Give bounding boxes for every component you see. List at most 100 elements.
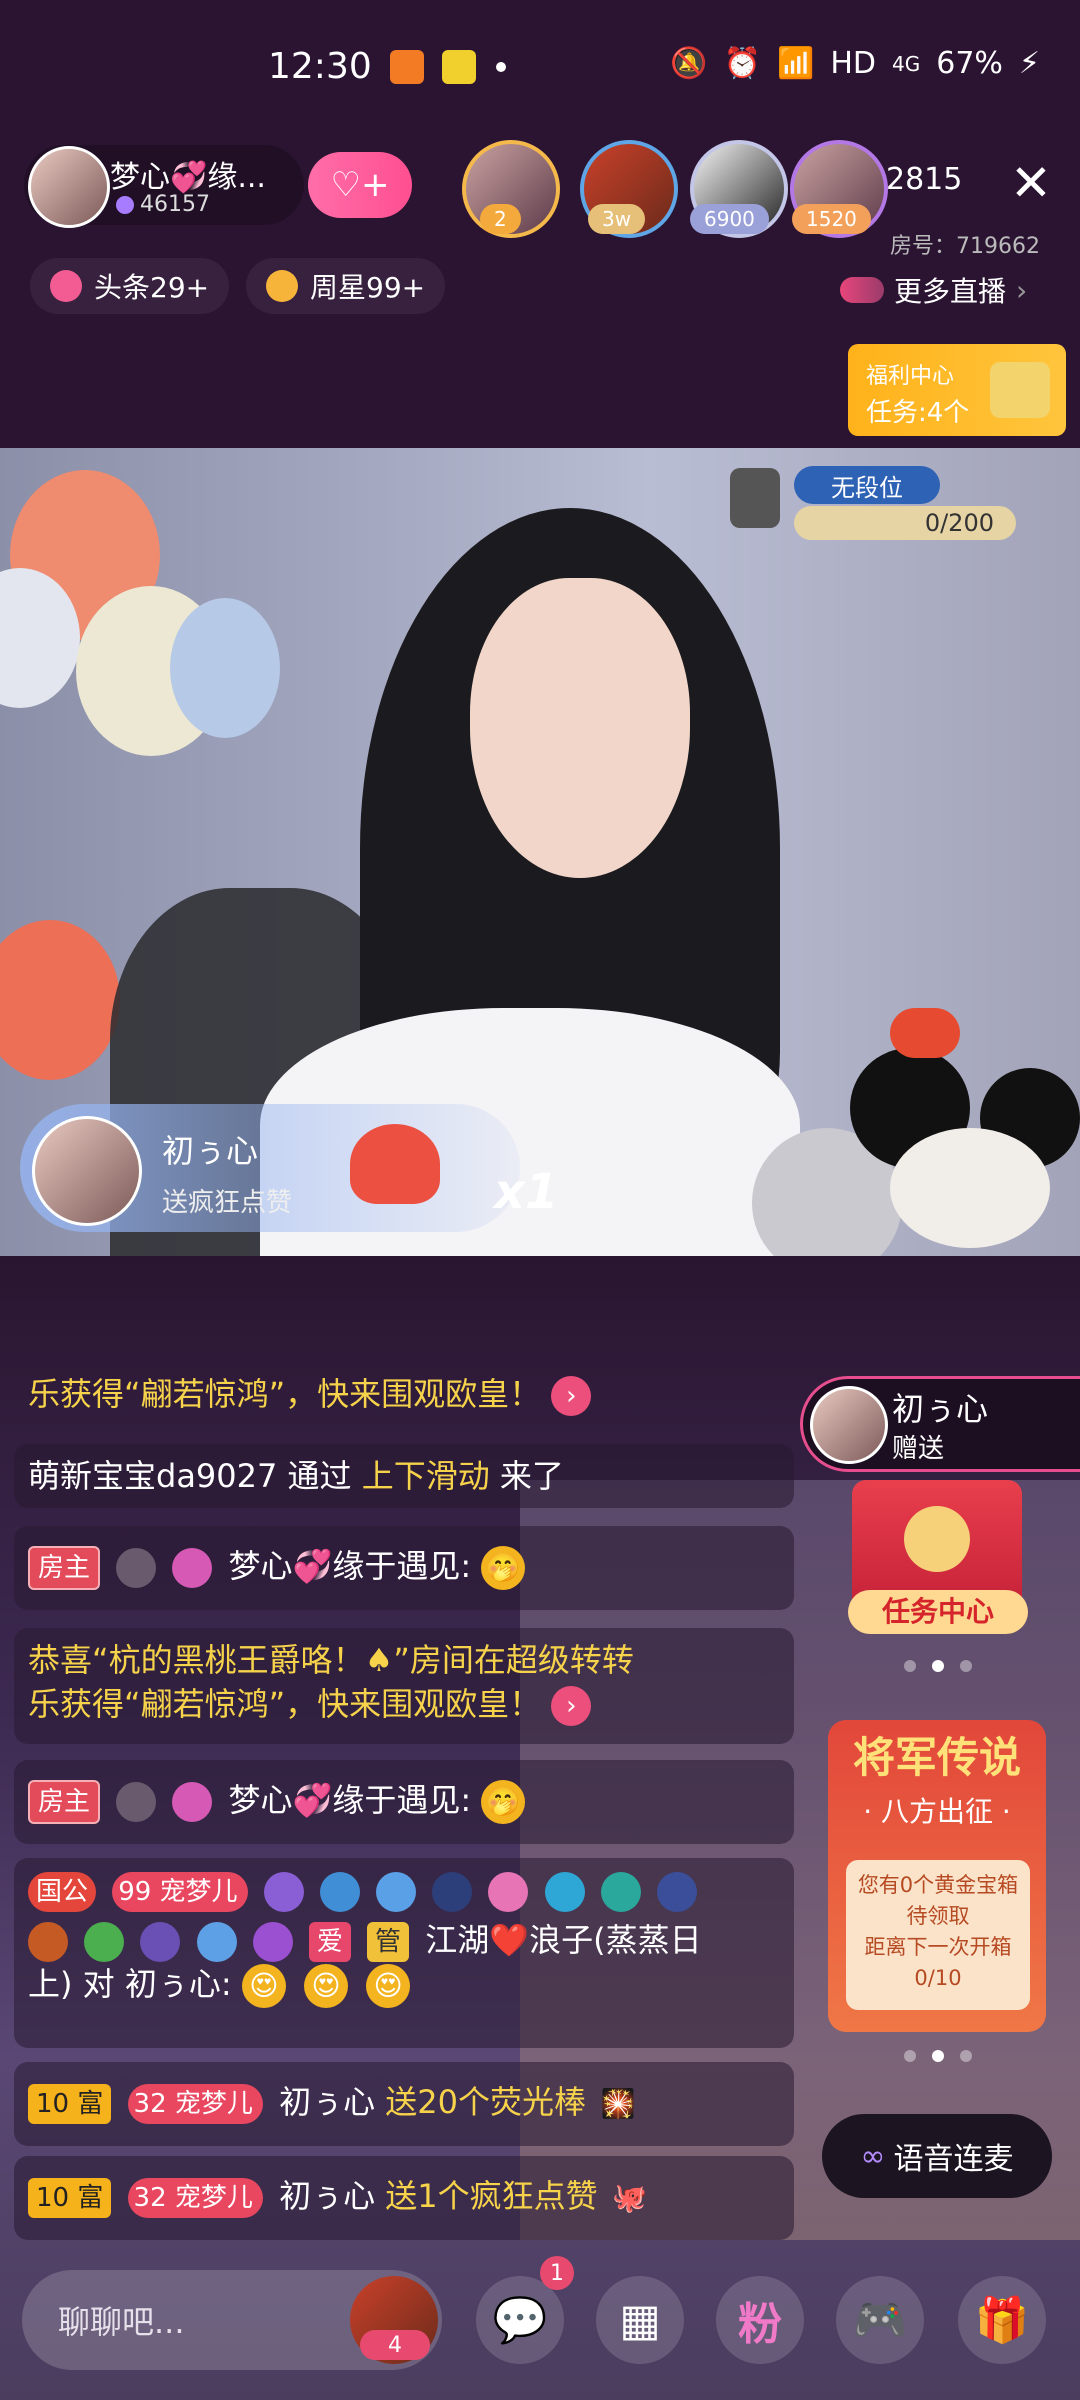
legend-pager [904, 2050, 972, 2062]
viewer-badge-4: 1520 [792, 204, 871, 234]
task-center-label[interactable]: 任务中心 [848, 1590, 1028, 1634]
gift-multiplier: x1 [494, 1164, 559, 1220]
voice-link-button[interactable]: ∞ 语音连麦 [822, 2114, 1052, 2198]
viewer-badge-2: 3w [588, 204, 646, 234]
message-button[interactable]: 💬 [476, 2276, 564, 2364]
close-icon[interactable]: ✕ [1010, 158, 1052, 208]
status-bar: 12:30 🔕 ⏰ 📶 HD 4G 67% ⚡ [0, 0, 1080, 130]
chat-message[interactable]: 乐获得“翩若惊鸿”，快来围观欧皇！ › [14, 1368, 674, 1424]
rich-tag: 10 富 [28, 2084, 112, 2124]
status-time: 12:30 [268, 46, 372, 87]
legend-line: 您有0个黄金宝箱 [857, 1873, 1019, 1897]
gift-box-icon: 🎁 [974, 2295, 1030, 2346]
pet-name: 宠梦儿 [174, 2089, 253, 2119]
chat-username[interactable]: 江湖❤️浪子(蒸蒸日 [425, 1921, 701, 1959]
gov-tag: 国公 [28, 1872, 97, 1912]
chat-message[interactable]: 10 富 32 宠梦儿 初ぅ心 送20个荧光棒 🎇 [14, 2062, 794, 2146]
battery-label: 67% [936, 46, 1003, 81]
chat-text: 萌新宝宝da9027 通过 [28, 1457, 362, 1495]
grid-icon: ▦ [619, 2294, 661, 2346]
chevron-right-icon[interactable]: › [551, 1686, 592, 1726]
viewer-count[interactable]: 2815 [886, 162, 962, 197]
host-tag: 房主 [28, 1546, 101, 1590]
chat-highlight: 上下滑动 [361, 1457, 490, 1495]
headline-label: 头条29+ [94, 271, 210, 304]
chat-text: 恭喜“杭的黑桃王爵咯！♠”房间在超级转转 [28, 1641, 634, 1679]
legend-line: 0/10 [914, 1966, 962, 1990]
link-icon: ∞ [860, 2138, 886, 2174]
medal-icon [376, 1872, 417, 1912]
pet-level: 99 [118, 1877, 152, 1907]
signal-label: 4G [892, 51, 921, 76]
gift-button[interactable]: 🎁 [958, 2276, 1046, 2364]
medal-icon [544, 1872, 585, 1912]
welfare-task: 任务:4个 [866, 398, 970, 428]
medal-icon [196, 1922, 237, 1962]
rank-label[interactable]: 无段位 [794, 466, 940, 504]
glow-stick-icon: 🎇 [600, 2087, 636, 2120]
app-notification-icon-2 [442, 50, 476, 84]
follow-button[interactable]: ♡+ [308, 152, 412, 218]
chat-username[interactable]: 初ぅ心 [279, 2083, 385, 2121]
chat-input-placeholder: 聊聊吧... [58, 2303, 185, 2341]
game-button[interactable]: 🎮 [836, 2276, 924, 2364]
anchor-avatar[interactable] [28, 146, 110, 228]
status-right: 🔕 ⏰ 📶 HD 4G 67% ⚡ [670, 46, 1040, 81]
pet-tag: 99 宠梦儿 [112, 1872, 248, 1912]
chat-gift-text: 送1个疯狂点赞 [385, 2177, 598, 2215]
weekly-star-label: 周星99+ [310, 271, 426, 304]
legend-card: 您有0个黄金宝箱 待领取 距离下一次开箱 0/10 [846, 1860, 1030, 2010]
room-number: 房号：719662 [890, 234, 1040, 259]
treasure-chest-icon [990, 362, 1050, 418]
gift-sender-action: 送疯狂点赞 [162, 1188, 293, 1218]
charging-icon: ⚡ [1018, 46, 1040, 81]
chat-message[interactable]: 房主 梦心💞缘于遇见: 🤭 [14, 1760, 794, 1844]
welfare-title: 福利中心 [866, 364, 955, 389]
more-menu-button[interactable]: ▦ [596, 2276, 684, 2364]
gift-banner-user: 初ぅ心 [892, 1390, 989, 1428]
chat-username[interactable]: 梦心💞缘于遇见: [229, 1547, 472, 1585]
wifi-icon: 📶 [776, 46, 815, 81]
gamepad-icon: 🎮 [852, 2295, 908, 2346]
octopus-gift-icon [350, 1124, 440, 1204]
gift-sender-name: 初ぅ心 [162, 1132, 259, 1170]
chevron-right-icon[interactable]: › [551, 1376, 592, 1416]
headline-chip[interactable]: 头条29+ [30, 258, 230, 314]
host-tag: 房主 [28, 1780, 101, 1824]
medal-icon [319, 1872, 360, 1912]
shushing-emoji-icon: 🤭 [481, 1780, 526, 1824]
chat-message[interactable]: 国公 99 宠梦儿 爱 管 江湖❤️浪子(蒸蒸日 上) 对 初ぅ心: 😍 😍 😍 [14, 1858, 794, 2048]
chat-username[interactable]: 初ぅ心 [279, 2177, 385, 2215]
message-icon: 💬 [492, 2295, 548, 2346]
chat-text: 来了 [489, 1457, 564, 1495]
more-live-link[interactable]: 更多直播 › [840, 270, 1027, 310]
gift-banner-avatar [810, 1386, 888, 1464]
chat-message[interactable]: 房主 梦心💞缘于遇见: 🤭 [14, 1526, 794, 1610]
fire-icon [50, 270, 82, 302]
level-badge-icon [172, 1548, 213, 1588]
heart-eyes-emoji-icon: 😍 [241, 1964, 286, 2008]
rank-shield-icon [730, 468, 780, 528]
pet-name: 宠梦儿 [174, 2183, 253, 2213]
pet-tag: 32 宠梦儿 [127, 2084, 263, 2124]
chat-text: 上) 对 初ぅ心: [28, 1965, 232, 2003]
legend-title: 将军传说 [852, 1733, 1021, 1782]
fan-button[interactable]: 粉 [716, 2276, 804, 2364]
chat-message[interactable]: 10 富 32 宠梦儿 初ぅ心 送1个疯狂点赞 🐙 [14, 2156, 794, 2240]
weekly-star-chip[interactable]: 周星99+ [246, 258, 446, 314]
pet-tag: 32 宠梦儿 [127, 2178, 263, 2218]
heart-plus-icon: ♡+ [330, 165, 390, 205]
anchor-fans: 46157 [140, 192, 210, 217]
app-notification-icon [390, 50, 424, 84]
chat-username[interactable]: 梦心💞缘于遇见: [229, 1781, 472, 1819]
legend-line: 待领取 [906, 1904, 970, 1928]
chevron-right-icon: › [1016, 273, 1028, 307]
message-badge: 1 [540, 2256, 574, 2290]
chat-message[interactable]: 萌新宝宝da9027 通过 上下滑动 来了 [14, 1444, 794, 1508]
level-badge-icon [172, 1782, 213, 1822]
medal-icon [252, 1922, 293, 1962]
legend-line: 距离下一次开箱 [864, 1935, 1012, 1959]
pet-name: 宠梦儿 [159, 1877, 238, 1907]
chat-gift-text: 送20个荧光棒 [385, 2083, 586, 2121]
chat-message[interactable]: 恭喜“杭的黑桃王爵咯！♠”房间在超级转转 乐获得“翩若惊鸿”，快来围观欧皇！ › [14, 1628, 794, 1744]
